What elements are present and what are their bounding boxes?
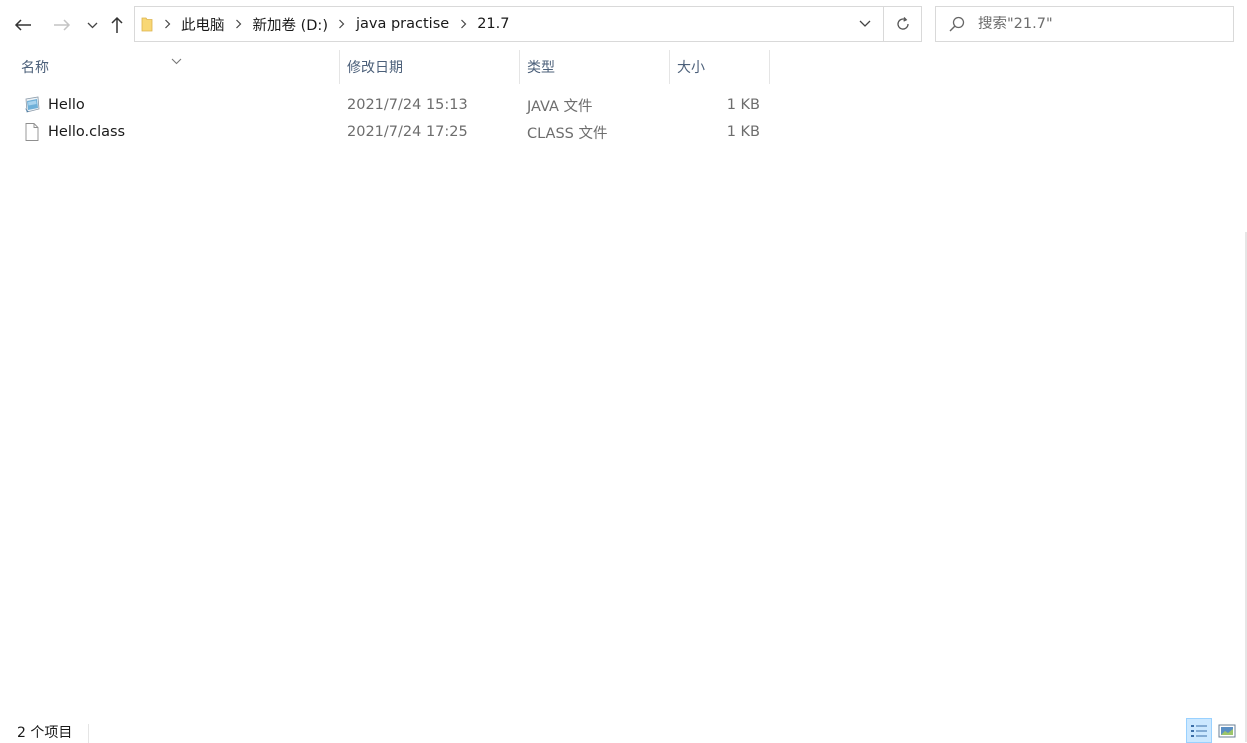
refresh-icon [896,17,909,30]
column-header-name-label: 名称 [21,60,49,76]
search-box[interactable] [935,6,1234,42]
details-view-button[interactable] [1186,718,1212,743]
column-header-type[interactable]: 类型 [520,48,669,86]
chevron-down-icon [859,20,871,27]
file-date: 2021/7/24 17:25 [347,124,468,140]
back-button[interactable] [10,12,36,38]
blank-file-icon [22,123,42,141]
breadcrumb-java-practise[interactable]: java practise [352,16,453,32]
status-item-count: 2 个项目 [17,725,73,741]
large-icons-view-button[interactable] [1214,718,1240,743]
arrow-right-icon [54,19,71,31]
breadcrumb-separator-icon[interactable] [453,7,473,41]
column-header-date[interactable]: 修改日期 [340,48,519,86]
details-view-icon [1191,724,1207,737]
file-name-cell: Hello.class [22,119,332,145]
column-header-size[interactable]: 大小 [670,48,769,86]
refresh-button[interactable] [883,7,921,41]
breadcrumb-separator-icon[interactable] [332,7,352,41]
address-history-button[interactable] [847,7,883,41]
status-divider [88,724,89,743]
breadcrumb-separator-icon[interactable] [157,7,177,41]
file-name: Hello [48,97,85,113]
breadcrumb-drive-d[interactable]: 新加卷 (D:) [249,14,332,35]
breadcrumb-separator-icon[interactable] [229,7,249,41]
column-divider[interactable] [769,50,770,84]
forward-button[interactable] [49,12,75,38]
folder-icon [135,16,157,32]
breadcrumb-current-folder[interactable]: 21.7 [473,16,513,32]
file-name: Hello.class [48,124,126,140]
java-file-icon [22,96,42,114]
address-bar[interactable]: 此电脑 新加卷 (D:) java practise 21.7 [134,6,922,42]
arrow-up-icon [111,16,123,33]
sort-chevron-down-icon [171,50,182,69]
file-row[interactable]: Hello 2021/7/24 15:13 JAVA 文件 1 KB [18,92,770,118]
search-input[interactable] [978,16,1218,32]
chevron-down-icon [87,22,97,28]
arrow-left-icon [14,19,31,31]
file-date: 2021/7/24 15:13 [347,97,468,113]
large-icons-view-icon [1218,724,1236,737]
recent-locations-button[interactable] [83,14,101,36]
file-size: 1 KB [726,124,760,140]
file-type: CLASS 文件 [527,125,608,142]
breadcrumb[interactable]: 此电脑 新加卷 (D:) java practise 21.7 [135,7,847,41]
file-name-cell: Hello [22,92,332,118]
file-type: JAVA 文件 [527,98,593,115]
up-button[interactable] [106,12,128,38]
breadcrumb-this-pc[interactable]: 此电脑 [177,14,229,35]
file-size: 1 KB [726,97,760,113]
search-icon [936,7,978,41]
file-row[interactable]: Hello.class 2021/7/24 17:25 CLASS 文件 1 K… [18,119,770,145]
column-header-size-label: 大小 [677,60,705,76]
column-header-date-label: 修改日期 [347,60,403,76]
column-header-type-label: 类型 [527,60,555,76]
